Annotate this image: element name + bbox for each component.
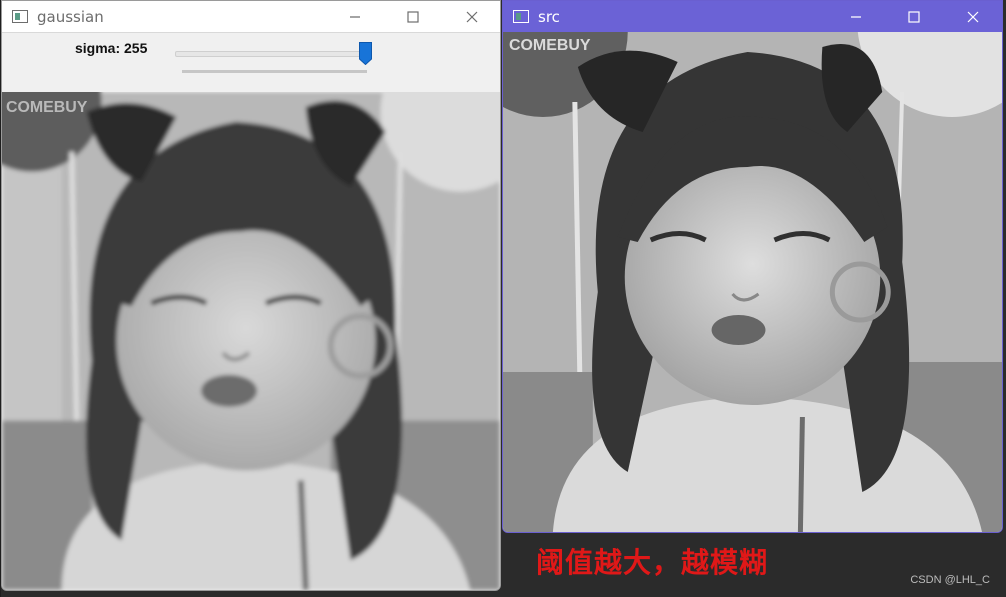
maximize-icon bbox=[908, 10, 920, 23]
minimize-button[interactable] bbox=[833, 1, 879, 32]
trackbar-label: sigma: 255 bbox=[75, 40, 148, 56]
maximize-button[interactable] bbox=[891, 1, 937, 32]
source-image: COMEBUY bbox=[503, 32, 1002, 532]
watermark: CSDN @LHL_C bbox=[910, 574, 990, 586]
minimize-icon bbox=[851, 15, 861, 18]
src-window[interactable]: src COMEBUY bbox=[502, 0, 1003, 533]
window-title: src bbox=[538, 7, 560, 26]
minimize-icon bbox=[350, 15, 360, 18]
slider-thumb[interactable] bbox=[359, 42, 372, 65]
caption-text: 阈值越大，越模糊 bbox=[536, 546, 769, 579]
app-icon bbox=[513, 10, 529, 23]
maximize-icon bbox=[407, 10, 419, 23]
minimize-button[interactable] bbox=[332, 1, 378, 32]
maximize-button[interactable] bbox=[390, 1, 436, 32]
src-titlebar[interactable]: src bbox=[503, 1, 1002, 32]
window-title: gaussian bbox=[37, 7, 104, 26]
app-icon bbox=[12, 10, 28, 23]
sigma-slider-track[interactable] bbox=[175, 51, 367, 57]
close-button[interactable] bbox=[950, 1, 996, 32]
close-icon bbox=[466, 11, 478, 22]
balloon-text: COMEBUY bbox=[509, 37, 591, 54]
close-icon bbox=[967, 11, 979, 22]
close-button[interactable] bbox=[449, 1, 495, 32]
trackbar-panel: sigma: 255 bbox=[2, 32, 500, 93]
blurred-image: COMEBUY bbox=[2, 92, 500, 590]
gaussian-titlebar[interactable]: gaussian bbox=[2, 1, 500, 32]
trackbar-baseline bbox=[182, 70, 367, 73]
gaussian-window[interactable]: gaussian sigma: 255 COMEBUY bbox=[1, 0, 501, 591]
balloon-text: COMEBUY bbox=[6, 99, 88, 116]
